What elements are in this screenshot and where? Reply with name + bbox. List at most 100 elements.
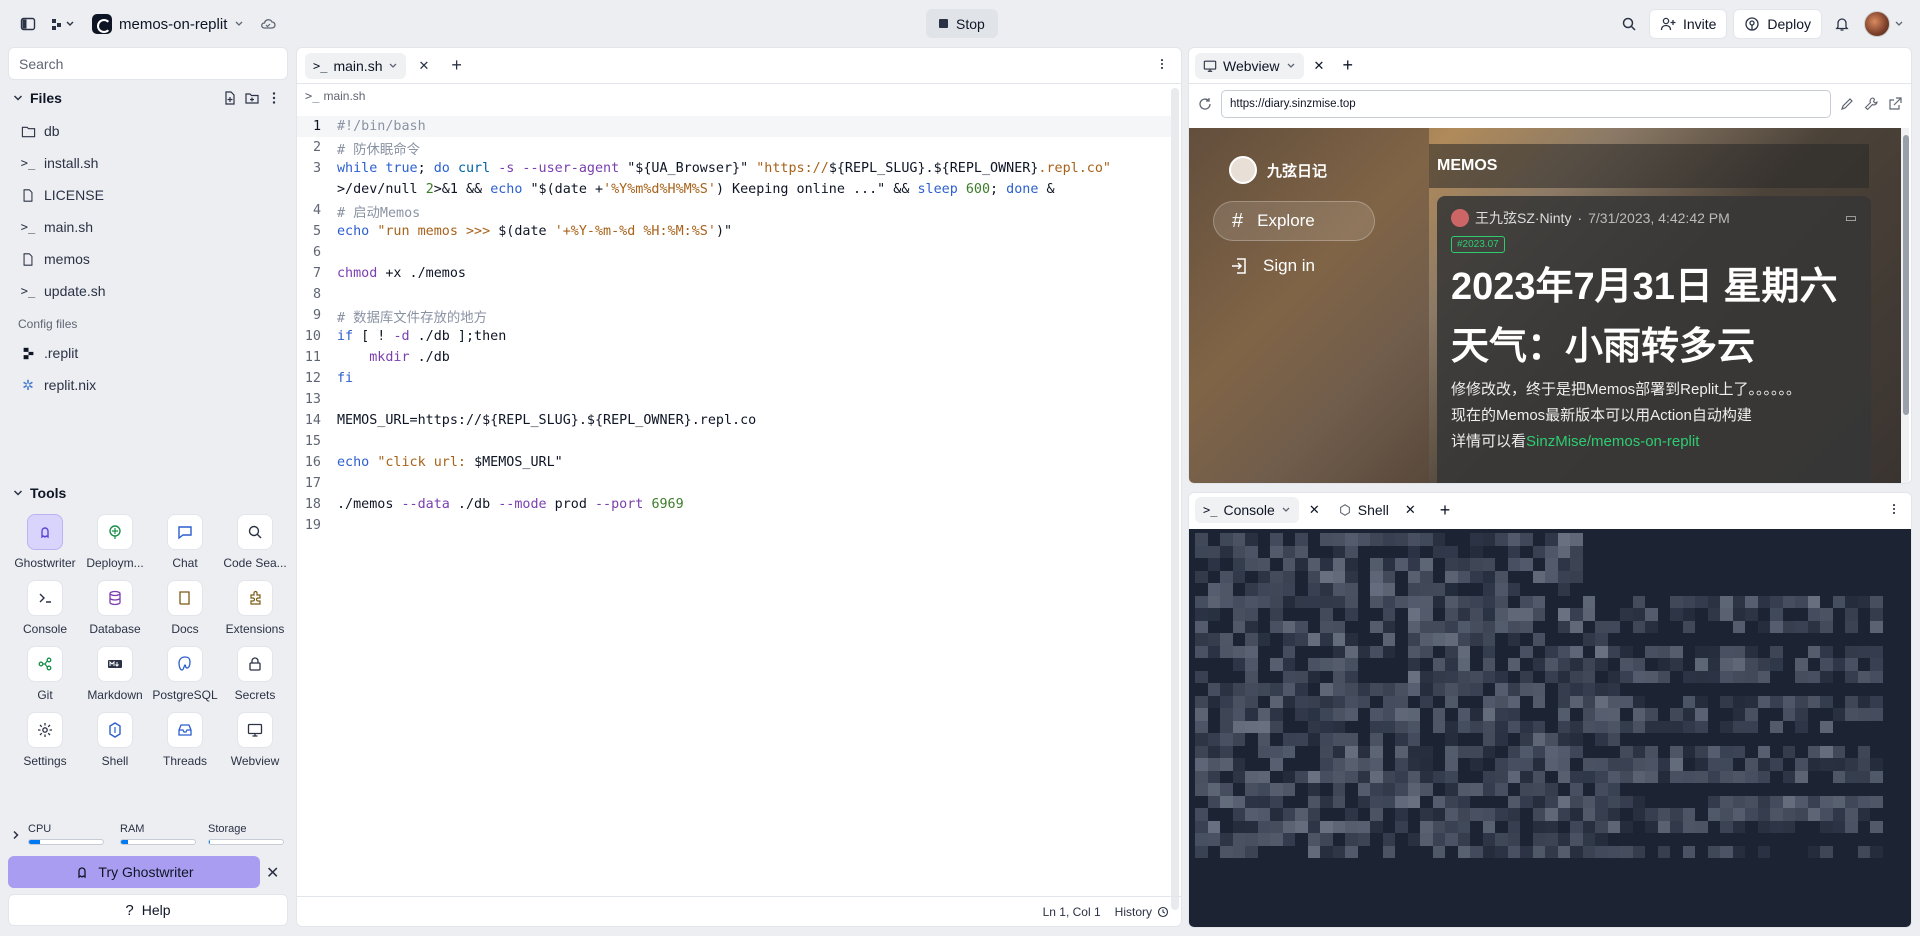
file-item[interactable]: memos (8, 243, 288, 275)
code-line[interactable]: 15 (297, 431, 1171, 452)
code-line[interactable]: 12 fi (297, 368, 1171, 389)
stop-button[interactable]: Stop (926, 9, 998, 38)
tool-shell[interactable]: Shell (80, 712, 150, 768)
resource-usage[interactable]: CPU RAM Storage (8, 817, 288, 857)
code-line[interactable]: 18 ./memos --data ./db --mode prod --port… (297, 494, 1171, 515)
file-item[interactable]: ✲ replit.nix (8, 369, 288, 401)
close-tab-icon[interactable]: ✕ (1314, 58, 1325, 74)
tab-shell[interactable]: Shell (1338, 502, 1389, 518)
file-item[interactable]: >_ main.sh (8, 211, 288, 243)
invite-button[interactable]: Invite (1648, 9, 1728, 39)
tool-markdown[interactable]: Markdown (80, 646, 150, 702)
sign-in-link[interactable]: Sign in (1229, 256, 1315, 276)
webview-scrollbar-thumb[interactable] (1903, 135, 1909, 415)
tool-secrets[interactable]: Secrets (220, 646, 290, 702)
console-scrollbar[interactable] (1901, 529, 1911, 927)
code-line[interactable]: 9 # 数据库文件存放的地方 (297, 305, 1171, 326)
tab-console[interactable]: >_ Console (1195, 497, 1299, 523)
code-line[interactable]: 7 chmod +x ./memos (297, 263, 1171, 284)
tool-codesea[interactable]: Code Sea... (220, 514, 290, 570)
help-button[interactable]: ? Help (8, 894, 288, 926)
deploy-button[interactable]: Deploy (1733, 9, 1822, 39)
tab-main-sh[interactable]: >_ main.sh (305, 52, 407, 79)
sidebar-toggle-icon[interactable] (14, 10, 42, 38)
tool-docs[interactable]: Docs (150, 580, 220, 636)
more-options-icon[interactable] (266, 90, 282, 106)
editor-scrollbar[interactable] (1171, 88, 1179, 910)
close-tab-icon[interactable]: ✕ (1405, 502, 1416, 518)
code-line[interactable]: 6 (297, 242, 1171, 263)
file-item[interactable]: LICENSE (8, 179, 288, 211)
close-tab-icon[interactable]: ✕ (1309, 502, 1320, 518)
search-icon[interactable] (1615, 10, 1643, 38)
file-item[interactable]: >_ update.sh (8, 275, 288, 307)
tools-header[interactable]: Tools (8, 478, 288, 508)
close-icon[interactable]: ✕ (266, 863, 279, 883)
site-brand[interactable]: 九弦日记 (1229, 156, 1327, 184)
explore-link[interactable]: # Explore (1213, 201, 1375, 241)
repl-name-dropdown[interactable]: memos-on-replit (86, 10, 250, 38)
more-options-icon[interactable] (1155, 57, 1169, 74)
memo-author[interactable]: 王九弦SZ·Ninty (1475, 208, 1571, 228)
file-item[interactable]: db (8, 115, 288, 147)
cursor-position[interactable]: Ln 1, Col 1 (1043, 905, 1101, 919)
history-button[interactable]: History (1115, 905, 1169, 919)
tool-chat[interactable]: Chat (150, 514, 220, 570)
code-line[interactable]: 10 if [ ! -d ./db ];then (297, 326, 1171, 347)
add-tab-icon[interactable]: + (1342, 55, 1353, 76)
code-line[interactable]: 11 mkdir ./db (297, 347, 1171, 368)
url-input[interactable]: https://diary.sinzmise.top (1221, 90, 1831, 118)
add-tab-icon[interactable]: + (1440, 500, 1451, 521)
code-line[interactable]: >/dev/null 2>&1 && echo "$(date +'%Y%m%d… (297, 179, 1171, 200)
code-line[interactable]: 5 echo "run memos >>> $(date '+%Y-%m-%d %… (297, 221, 1171, 242)
tool-console[interactable]: Console (10, 580, 80, 636)
account-menu[interactable] (1862, 10, 1906, 38)
code-line[interactable]: 8 (297, 284, 1171, 305)
code-line[interactable]: 13 (297, 389, 1171, 410)
memo-link[interactable]: SinzMise/memos-on-replit (1526, 433, 1699, 450)
workspace-menu-icon[interactable] (46, 10, 82, 38)
cloud-status-icon[interactable] (254, 10, 282, 38)
wrench-icon[interactable] (1863, 96, 1879, 112)
redacted-output (1545, 545, 1558, 558)
files-header[interactable]: Files (8, 83, 288, 113)
tool-deploym[interactable]: Deploym... (80, 514, 150, 570)
breadcrumb-file[interactable]: main.sh (323, 89, 365, 103)
tool-threads[interactable]: Threads (150, 712, 220, 768)
open-external-icon[interactable] (1887, 96, 1903, 112)
redacted-output (1407, 595, 1420, 608)
code-line[interactable]: 4 # 启动Memos (297, 200, 1171, 221)
code-line[interactable]: 3 while true; do curl -s --user-agent "${… (297, 158, 1171, 179)
new-folder-icon[interactable] (244, 90, 260, 106)
tool-settings[interactable]: Settings (10, 712, 80, 768)
add-tab-icon[interactable]: + (451, 55, 462, 76)
try-ghostwriter-button[interactable]: Try Ghostwriter (8, 856, 260, 888)
tool-ghostwriter[interactable]: Ghostwriter (10, 514, 80, 570)
new-file-icon[interactable] (222, 90, 238, 106)
file-item[interactable]: >_ install.sh (8, 147, 288, 179)
code-line[interactable]: 2 # 防休眠命令 (297, 137, 1171, 158)
pencil-icon[interactable] (1839, 96, 1855, 112)
code-line[interactable]: 19 (297, 515, 1171, 536)
code-area[interactable]: 1 #!/bin/bash 2 # 防休眠命令 3 while true; do curl… (297, 116, 1171, 536)
tool-webview[interactable]: Webview (220, 712, 290, 768)
file-item[interactable]: .replit (8, 337, 288, 369)
code-line[interactable]: 14 MEMOS_URL=https://${REPL_SLUG}.${REPL_… (297, 410, 1171, 431)
tool-postgresql[interactable]: PostgreSQL (150, 646, 220, 702)
tool-extensions[interactable]: Extensions (220, 580, 290, 636)
console-output[interactable] (1189, 529, 1901, 927)
comment-icon[interactable]: ▭ (1845, 210, 1857, 226)
bell-icon[interactable] (1828, 10, 1856, 38)
code-line[interactable]: 16 echo "click url: $MEMOS_URL" (297, 452, 1171, 473)
redacted-output (1470, 758, 1483, 771)
tool-database[interactable]: Database (80, 580, 150, 636)
refresh-icon[interactable] (1197, 96, 1213, 112)
tab-webview[interactable]: Webview (1195, 52, 1304, 79)
code-line[interactable]: 1 #!/bin/bash (297, 116, 1171, 137)
more-options-icon[interactable] (1887, 502, 1901, 519)
search-input[interactable]: Search (8, 47, 288, 80)
tool-git[interactable]: Git (10, 646, 80, 702)
close-tab-icon[interactable]: ✕ (418, 58, 429, 74)
code-line[interactable]: 17 (297, 473, 1171, 494)
memo-tag[interactable]: #2023.07 (1451, 236, 1505, 253)
